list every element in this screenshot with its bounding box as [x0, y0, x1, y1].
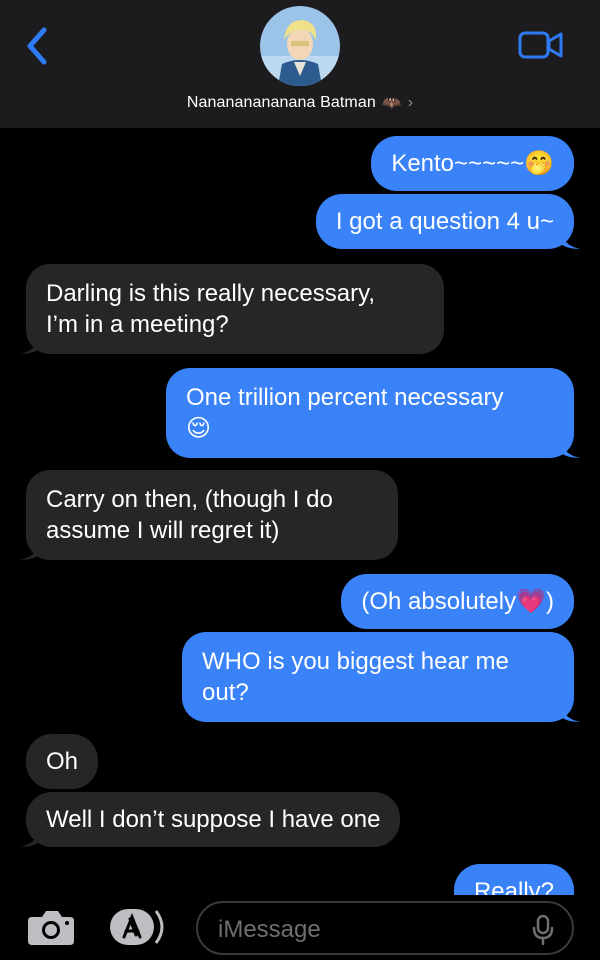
message-bubble-sent[interactable]: (Oh absolutely💗) — [341, 574, 574, 629]
app-store-icon — [110, 909, 164, 945]
bat-emoji: 🦇 — [381, 95, 402, 112]
message-text-line: assume I will regret it) — [46, 517, 280, 544]
message-bubble-sent[interactable]: Really? — [453, 864, 574, 895]
message-text: I got a question 4 u~ — [335, 208, 554, 235]
contact-info-button[interactable]: Nanananananana Batman 🦇 › — [0, 90, 600, 116]
bubble-tail — [560, 438, 580, 458]
message-text-line: One trillion percent necessary — [186, 384, 504, 411]
message-bubble-received[interactable]: Oh — [26, 734, 99, 789]
conversation-header: Nanananananana Batman 🦇 › — [0, 0, 600, 128]
message-text: Well I don’t suppose I have one — [46, 806, 381, 833]
contact-avatar[interactable] — [260, 6, 340, 86]
growing-heart-emoji: 💗 — [516, 588, 546, 615]
message-text: (Oh absolutely — [361, 588, 517, 615]
message-bubble-sent[interactable]: WHO is you biggest hear me out? — [182, 632, 580, 722]
message-bubble-sent[interactable]: I got a question 4 u~ — [315, 194, 580, 249]
message-text: Oh — [46, 748, 79, 775]
message-text-line: Carry on then, (though I do — [46, 486, 333, 513]
bubble-tail — [560, 702, 580, 722]
message-text-line: Darling is this really necessary, — [46, 280, 376, 307]
message-list[interactable]: Kento~~~~~🤭 I got a question 4 u~ Darlin… — [0, 128, 600, 895]
video-call-button[interactable] — [518, 30, 564, 60]
message-bubble-received[interactable]: Carry on then, (though I do assume I wil… — [20, 470, 398, 560]
message-text-line: WHO is you biggest hear me — [202, 648, 509, 675]
message-text-line: out? — [202, 679, 249, 706]
bubble-tail — [560, 229, 580, 249]
microphone-icon[interactable] — [532, 915, 554, 945]
message-bubble-received[interactable]: Darling is this really necessary, I’m in… — [20, 264, 444, 354]
message-text-line: I’m in a meeting? — [46, 311, 229, 338]
app-store-button[interactable] — [108, 907, 170, 947]
message-text: Kento~~~~~ — [391, 150, 525, 177]
message-bubble-sent[interactable]: One trillion percent necessary 😌 — [166, 368, 580, 458]
video-camera-icon — [518, 31, 563, 59]
message-input[interactable]: iMessage — [196, 901, 574, 955]
contact-name: Nanananananana Batman — [186, 94, 376, 111]
message-input-placeholder: iMessage — [218, 916, 321, 943]
bubble-tail — [20, 334, 40, 354]
avatar-image — [260, 6, 340, 86]
chevron-right-icon: › — [407, 94, 414, 111]
relieved-face-emoji: 😌 — [186, 415, 212, 442]
message-text: ) — [546, 588, 554, 615]
back-button[interactable] — [20, 24, 56, 68]
message-text: Really? — [473, 878, 554, 895]
message-bubble-sent[interactable]: Kento~~~~~🤭 — [371, 136, 574, 191]
hand-over-mouth-emoji: 🤭 — [524, 150, 554, 177]
message-bubble-received[interactable]: Well I don’t suppose I have one — [20, 792, 401, 847]
camera-icon — [28, 911, 74, 945]
camera-button[interactable] — [26, 909, 76, 947]
compose-bar: iMessage — [0, 895, 600, 960]
bubble-tail — [20, 827, 40, 847]
bubble-tail — [20, 540, 40, 560]
chevron-left-icon — [27, 27, 47, 65]
